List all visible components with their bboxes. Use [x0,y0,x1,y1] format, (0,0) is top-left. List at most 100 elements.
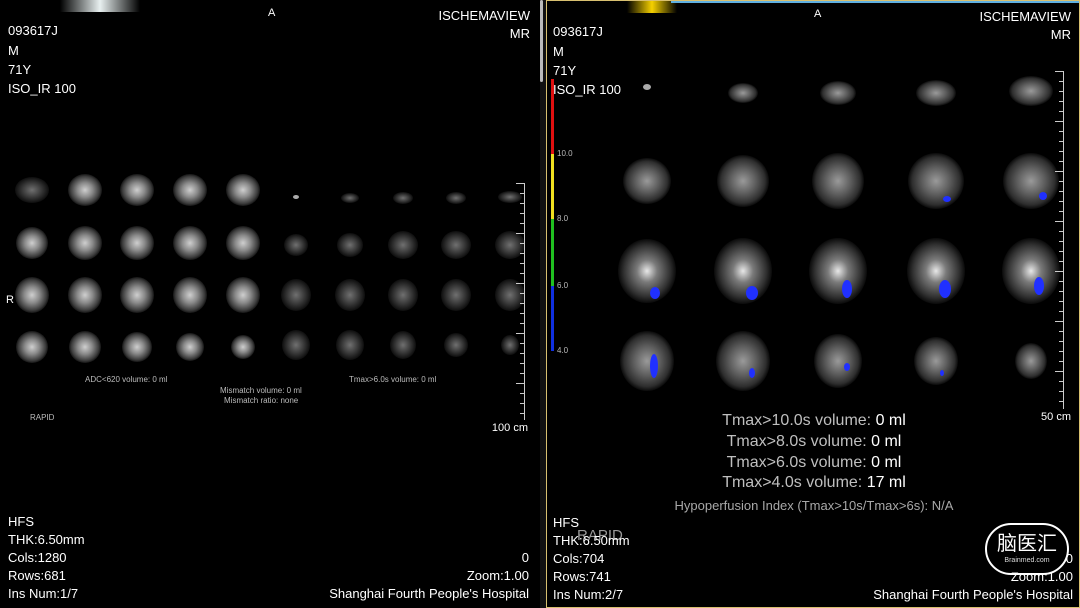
brain-slice-thumbnail [173,277,207,313]
ruler-tick [520,313,524,314]
ruler-tick [1059,201,1063,202]
left-viewport[interactable]: 093617J M 71Y ISO_IR 100 A ISCHEMAVIEW M… [0,0,540,608]
brain-slice-thumbnail [393,192,413,204]
ruler-tick [1055,321,1063,322]
brain-slice-thumbnail [173,174,207,206]
ruler-tick [1059,81,1063,82]
ruler-tick [1059,91,1063,92]
vertical-scrollbar[interactable] [540,0,543,82]
brain-slice-thumbnail [501,335,519,355]
ruler-tick [1059,191,1063,192]
ruler-tick [1059,341,1063,342]
brain-slice-thumbnail [284,234,308,256]
scale-label: 100 cm [491,422,528,434]
tmax8-label: Tmax>8.0s volume: [726,433,872,450]
perfusion-slice [717,155,769,207]
perfusion-slice [908,153,964,209]
brain-slice-thumbnail [173,226,207,260]
ruler-tick [520,263,524,264]
brain-slice-thumbnail [388,231,418,259]
brain-slice-thumbnail [120,277,154,313]
thickness-label: THK:6.50mm [553,533,630,548]
brain-slice-thumbnail [68,226,102,260]
brain-slice-thumbnail [16,331,48,363]
perfusion-map-grid [618,76,1060,391]
ruler-tick [520,253,524,254]
tmax4-label: Tmax>4.0s volume: [722,474,867,491]
brain-slice-thumbnail [120,226,154,260]
ruler-tick [520,223,524,224]
tmax10-label: Tmax>10.0s volume: [722,412,876,429]
rows-label: Rows:741 [553,569,611,584]
brain-slice-thumbnail [335,279,365,311]
brain-slice-thumbnail [441,279,471,311]
tmax-volume-label: Tmax>6.0s volume: 0 ml [349,375,437,384]
ruler-tick [1059,101,1063,102]
ruler-tick [1059,161,1063,162]
mismatch-ratio-label: Mismatch ratio: none [224,396,299,405]
perfusion-slice [1009,76,1053,106]
cols-label: Cols:1280 [8,550,67,565]
perfusion-slice [620,331,674,391]
perfusion-slice [907,238,965,304]
ruler-tick [520,403,524,404]
cols-label: Cols:704 [553,551,605,566]
perfusion-slice [820,81,856,105]
position-label: HFS [8,514,34,529]
ruler-tick [1059,391,1063,392]
ruler-tick [516,383,524,384]
brain-slice-thumbnail [337,233,363,257]
window-value: 0 [521,550,529,565]
ruler-tick [1059,331,1063,332]
ruler-tick [1059,241,1063,242]
ruler-tick [520,353,524,354]
brainmed-watermark: 脑医汇 Brainmed.com [985,523,1069,575]
ruler-tick [1059,141,1063,142]
perfusion-slice [618,239,676,303]
thumbnail-grid [15,174,525,363]
ruler-tick [520,343,524,344]
ruler-tick [1055,171,1063,172]
brain-slice-thumbnail [390,331,416,359]
ruler-tick [1055,271,1063,272]
thickness-label: THK:6.50mm [8,532,85,547]
ruler-tick [1055,371,1063,372]
instance-number: Ins Num:1/7 [8,586,79,601]
watermark-subtext: Brainmed.com [1004,557,1050,564]
ruler-tick [1059,261,1063,262]
brain-slice-thumbnail [15,177,49,203]
brain-slice-thumbnail [68,174,102,206]
ruler-tick [1059,401,1063,402]
tmax10-value: 0 ml [875,412,906,429]
brain-slice-thumbnail [281,279,311,311]
right-viewport[interactable]: 093617J M 71Y ISO_IR 100 A ISCHEMAVIEW M… [546,0,1080,608]
brain-slice-thumbnail [388,279,418,311]
tmax6-value: 0 ml [871,454,902,471]
brain-slice-thumbnail [444,333,468,357]
tmax6-label: Tmax>6.0s volume: [726,454,872,471]
brain-slice-thumbnail [69,331,101,363]
ruler-tick [1059,211,1063,212]
scale-ruler [516,183,525,420]
ruler-tick [1059,231,1063,232]
perfusion-slice [623,158,671,204]
ruler-tick [520,273,524,274]
hospital-name: Shanghai Fourth People's Hospital [329,586,529,601]
ruler-tick [1055,221,1063,222]
scale-ruler [1055,71,1064,409]
ruler-tick [1059,291,1063,292]
ruler-tick [516,333,524,334]
ruler-tick [1059,181,1063,182]
ruler-tick [1059,251,1063,252]
tmax8-line: Tmax>8.0s volume: 0 ml [547,432,1079,453]
perfusion-slice [728,83,758,103]
brain-slice-thumbnail [15,277,49,313]
ruler-tick [1059,281,1063,282]
ruler-tick [1059,351,1063,352]
ruler-tick [1055,71,1063,72]
perfusion-slice [1015,343,1047,379]
instance-number: Ins Num:2/7 [553,587,624,602]
brain-slice-thumbnail [226,226,260,260]
tmax8-value: 0 ml [871,433,902,450]
tmax4-line: Tmax>4.0s volume: 17 ml [547,473,1079,494]
